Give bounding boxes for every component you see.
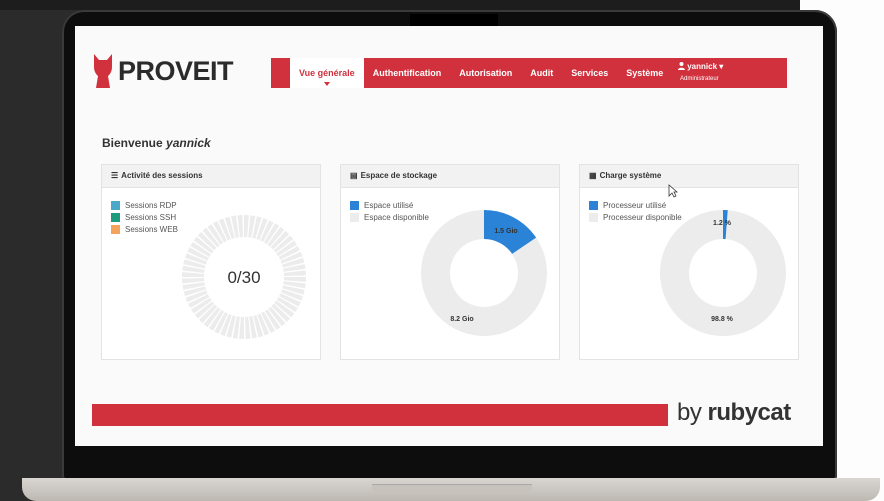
legend-item-web[interactable]: Sessions WEB: [111, 223, 178, 235]
legend-swatch: [111, 200, 120, 210]
list-icon: ☰: [111, 171, 119, 180]
cpu-panel: ▦ Charge système Processeur utilisé Proce…: [579, 164, 799, 360]
legend-swatch: [111, 212, 120, 222]
sessions-panel: ☰ Activité des sessions Sessions RDP Sess…: [101, 164, 321, 360]
footer-bar: [92, 404, 668, 426]
brand-name: rubycat: [707, 399, 792, 426]
gauge-segment: [239, 316, 244, 339]
storage-panel-title: Espace de stockage: [360, 171, 438, 180]
nav-item-audit[interactable]: Audit: [521, 68, 562, 78]
gauge-segment: [182, 278, 205, 284]
legend-item-used[interactable]: Espace utilisé: [350, 199, 429, 211]
storage-free-value-label: 8.2 Gio: [450, 316, 473, 323]
cpu-free-value-label: 98.8 %: [711, 316, 734, 323]
gauge-segment: [245, 316, 251, 339]
legend-swatch: [350, 212, 359, 222]
cpu-donut-chart: 1.2 % 98.8 %: [660, 210, 786, 336]
legend-item-free[interactable]: Espace disponible: [350, 211, 429, 223]
cpu-used-value-label: 1.2 %: [713, 220, 732, 227]
legend-label: Processeur utilisé: [603, 200, 667, 210]
sessions-panel-header: ☰ Activité des sessions: [102, 165, 320, 188]
storage-panel: ▤ Espace de stockage Espace utilisé Espac…: [340, 164, 560, 360]
gauge-segment: [283, 270, 306, 276]
gauge-segment: [182, 272, 205, 277]
storage-donut-chart: 1.5 Gio 8.2 Gio: [421, 210, 547, 336]
legend-swatch: [111, 224, 120, 234]
user-caret-icon: ▾: [719, 62, 724, 71]
legend-swatch: [589, 212, 598, 222]
laptop-base-notch: [372, 484, 532, 494]
storage-used-value-label: 1.5 Gio: [494, 228, 517, 235]
sessions-panel-title: Activité des sessions: [121, 171, 203, 180]
cpu-panel-header: ▦ Charge système: [580, 165, 798, 188]
nav-item-authorization[interactable]: Autorisation: [450, 68, 521, 78]
main-nav: Vue générale Authentification Autorisati…: [271, 58, 787, 88]
user-role: Administrateur: [680, 76, 719, 82]
brand-by: by: [677, 399, 702, 426]
sessions-count: 0/30: [227, 268, 260, 287]
legend-swatch: [350, 200, 359, 210]
logo-text: PROVEIT: [118, 55, 234, 86]
user-icon: [678, 62, 685, 70]
legend-label: Sessions RDP: [125, 200, 177, 210]
cpu-panel-title: Charge système: [599, 171, 662, 180]
legend-item-rdp[interactable]: Sessions RDP: [111, 199, 178, 211]
app-logo[interactable]: PROVEIT: [92, 54, 234, 88]
nav-item-overview[interactable]: Vue générale: [290, 58, 364, 88]
legend-item-ssh[interactable]: Sessions SSH: [111, 211, 178, 223]
nav-item-authentication[interactable]: Authentification: [364, 68, 451, 78]
gauge-segment: [244, 215, 249, 238]
legend-label: Sessions SSH: [125, 212, 177, 222]
legend-swatch: [589, 200, 598, 210]
legend-label: Espace utilisé: [364, 200, 414, 210]
sessions-legend: Sessions RDP Sessions SSH Sessions WEB: [111, 199, 178, 235]
mouse-cursor-icon: [668, 184, 678, 198]
sessions-gauge: 0/30: [182, 215, 306, 339]
rubycat-logo: by rubycat: [677, 399, 791, 427]
storage-legend: Espace utilisé Espace disponible: [350, 199, 429, 223]
gauge-segment: [283, 277, 306, 282]
user-menu[interactable]: yannick ▾ Administrateur: [678, 61, 723, 85]
background-top: [0, 0, 800, 10]
gauge-segment: [237, 215, 243, 238]
app-screen: PROVEIT Vue générale Authentification Au…: [75, 26, 823, 446]
legend-label: Sessions WEB: [125, 224, 178, 234]
user-name: yannick: [687, 62, 718, 71]
cat-logo-icon: [94, 54, 112, 88]
server-icon: ▦: [589, 171, 597, 180]
nav-item-system[interactable]: Système: [617, 68, 672, 78]
welcome-user: yannick: [166, 136, 211, 150]
storage-panel-header: ▤ Espace de stockage: [341, 165, 559, 188]
welcome-prefix: Bienvenue: [102, 136, 167, 150]
welcome-heading: Bienvenue yannick: [102, 136, 211, 150]
storage-icon: ▤: [350, 171, 358, 180]
nav-item-services[interactable]: Services: [562, 68, 617, 78]
